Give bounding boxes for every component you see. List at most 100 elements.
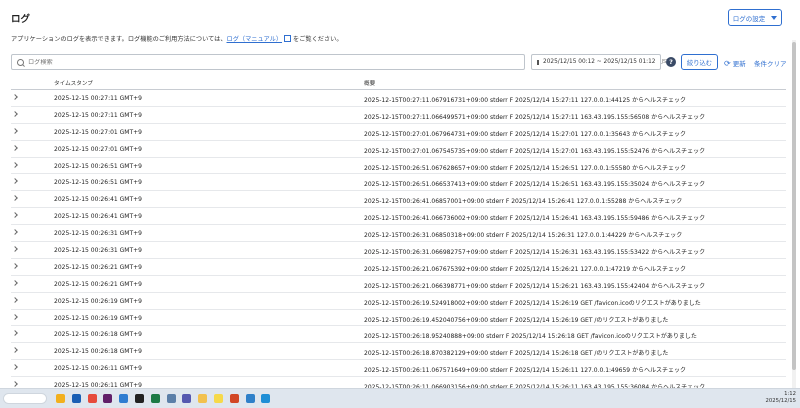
date-range-picker[interactable]: 2025/12/15 00:12 ~ 2025/12/15 01:12 JST (531, 54, 669, 70)
row-timestamp: 2025-12-15 00:27:11 GMT+9 (54, 95, 142, 102)
chevron-right-icon[interactable] (12, 347, 18, 354)
chevron-right-icon[interactable] (12, 144, 18, 151)
vscode-icon[interactable] (119, 394, 129, 403)
row-summary: 2025-12-15T00:26:18.870382129+09:00 stde… (364, 350, 669, 358)
chevron-right-icon[interactable] (12, 364, 18, 371)
filter-button[interactable]: 絞り込む (681, 54, 718, 70)
row-summary: 2025-12-15T00:26:41.06857001+09:00 stder… (364, 198, 683, 206)
table-row[interactable]: 2025-12-15 00:27:01 GMT+9 2025-12-15T00:2… (11, 124, 786, 141)
column-header-summary[interactable]: 概要 (364, 79, 375, 87)
row-timestamp: 2025-12-15 00:26:19 GMT+9 (54, 314, 142, 322)
row-timestamp: 2025-12-15 00:26:31 GMT+9 (54, 247, 142, 255)
teams-icon[interactable] (182, 394, 192, 403)
chevron-right-icon[interactable] (12, 195, 18, 202)
page-title: ログ (11, 14, 31, 25)
chevron-right-icon[interactable] (12, 94, 18, 100)
table-row[interactable]: 2025-12-15 00:26:11 GMT+9 2025-12-15T00:2… (11, 377, 786, 388)
taskbar: 1:12 2025/12/15 (0, 388, 800, 408)
chevron-right-icon[interactable] (12, 296, 18, 303)
help-icon[interactable]: ? (666, 57, 676, 67)
row-timestamp: 2025-12-15 00:26:21 GMT+9 (54, 280, 142, 288)
chevron-right-icon[interactable] (12, 263, 18, 269)
chrome-icon[interactable] (87, 394, 97, 403)
log-settings-button[interactable]: ログの設定 (728, 9, 782, 26)
page-description: アプリケーションのログを表示できます。ログ機能のご利用方法については、ログ（マニ… (11, 34, 343, 43)
chevron-right-icon[interactable] (12, 330, 18, 337)
refresh-button[interactable]: ⟳ 更新 (724, 58, 746, 69)
table-row[interactable]: 2025-12-15 00:26:19 GMT+9 2025-12-15T00:2… (11, 310, 786, 327)
row-summary: 2025-12-15T00:27:11.066499571+09:00 stde… (364, 113, 706, 121)
row-timestamp: 2025-12-15 00:27:11 GMT+9 (54, 111, 142, 119)
chevron-right-icon[interactable] (12, 246, 18, 252)
table-row[interactable]: 2025-12-15 00:26:11 GMT+9 2025-12-15T00:2… (11, 360, 786, 378)
powerpoint-icon[interactable] (229, 394, 239, 403)
row-summary: 2025-12-15T00:26:21.067675392+09:00 stde… (364, 265, 687, 273)
row-summary: 2025-12-15T00:27:01.067964731+09:00 stde… (364, 130, 687, 138)
row-timestamp: 2025-12-15 00:26:18 GMT+9 (54, 348, 142, 356)
table-row[interactable]: 2025-12-15 00:26:18 GMT+9 2025-12-15T00:2… (11, 343, 786, 361)
chevron-right-icon[interactable] (12, 229, 18, 235)
row-timestamp: 2025-12-15 00:26:51 GMT+9 (54, 162, 142, 170)
manual-link[interactable]: ログ（マニュアル） (227, 36, 283, 43)
row-summary: 2025-12-15T00:26:51.067628657+09:00 stde… (364, 164, 687, 172)
chevron-right-icon[interactable] (12, 111, 18, 117)
table-row[interactable]: 2025-12-15 00:26:31 GMT+9 2025-12-15T00:2… (11, 225, 786, 243)
chevron-right-icon[interactable] (12, 279, 18, 286)
table-row[interactable]: 2025-12-15 00:26:18 GMT+9 2025-12-15T00:2… (11, 326, 786, 344)
row-timestamp: 2025-12-15 00:26:41 GMT+9 (54, 196, 142, 204)
chevron-right-icon[interactable] (12, 212, 18, 219)
sticky-notes-icon[interactable] (214, 394, 223, 403)
table-row[interactable]: 2025-12-15 00:27:01 GMT+9 2025-12-15T00:2… (11, 141, 786, 158)
scrollbar[interactable] (792, 40, 796, 388)
row-timestamp: 2025-12-15 00:26:21 GMT+9 (54, 263, 142, 271)
chevron-right-icon[interactable] (12, 178, 18, 185)
row-timestamp: 2025-12-15 00:26:41 GMT+9 (54, 213, 142, 221)
terminal-icon[interactable] (135, 394, 144, 403)
table-row[interactable]: 2025-12-15 00:26:51 GMT+9 2025-12-15T00:2… (11, 174, 786, 192)
folder-icon[interactable] (198, 394, 208, 403)
slack-icon[interactable] (103, 394, 113, 403)
refresh-icon: ⟳ (724, 58, 731, 68)
log-search-input[interactable] (24, 58, 508, 66)
chevron-right-icon[interactable] (12, 381, 18, 387)
notepad-icon[interactable] (166, 394, 176, 403)
row-summary: 2025-12-15T00:26:51.066537413+09:00 stde… (364, 181, 706, 189)
table-row[interactable]: 2025-12-15 00:26:31 GMT+9 2025-12-15T00:2… (11, 242, 786, 259)
column-header-timestamp[interactable]: タイムスタンプ (54, 79, 93, 87)
chevron-right-icon[interactable] (12, 313, 18, 320)
taskbar-search[interactable] (3, 393, 47, 404)
table-row[interactable]: 2025-12-15 00:27:11 GMT+9 2025-12-15T00:2… (11, 90, 786, 107)
row-timestamp: 2025-12-15 00:26:31 GMT+9 (54, 230, 142, 238)
table-row[interactable]: 2025-12-15 00:26:21 GMT+9 2025-12-15T00:2… (11, 259, 786, 276)
chevron-down-icon (771, 15, 778, 20)
row-timestamp: 2025-12-15 00:26:51 GMT+9 (54, 179, 142, 187)
chevron-right-icon[interactable] (12, 161, 18, 168)
row-timestamp: 2025-12-15 00:27:01 GMT+9 (54, 128, 142, 136)
description-suffix: をご覧ください。 (293, 36, 343, 43)
row-summary: 2025-12-15T00:26:18.95240888+09:00 stder… (364, 333, 697, 341)
file-explorer-icon[interactable] (56, 394, 65, 403)
clear-filters-link[interactable]: 条件クリア (754, 58, 787, 68)
table-row[interactable]: 2025-12-15 00:27:11 GMT+9 2025-12-15T00:2… (11, 107, 786, 124)
row-summary: 2025-12-15T00:26:41.066736002+09:00 stde… (364, 215, 706, 223)
row-timestamp: 2025-12-15 00:27:01 GMT+9 (54, 145, 142, 153)
table-row[interactable]: 2025-12-15 00:26:41 GMT+9 2025-12-15T00:2… (11, 208, 786, 226)
chevron-right-icon[interactable] (12, 127, 18, 134)
table-row[interactable]: 2025-12-15 00:26:51 GMT+9 2025-12-15T00:2… (11, 158, 786, 175)
calendar-icon (537, 59, 539, 65)
taskbar-clock[interactable]: 1:12 2025/12/15 (740, 391, 796, 405)
scrollbar-thumb[interactable] (792, 42, 796, 370)
table-row[interactable]: 2025-12-15 00:26:19 GMT+9 2025-12-15T00:2… (11, 293, 786, 310)
table-row[interactable]: 2025-12-15 00:26:21 GMT+9 2025-12-15T00:2… (11, 276, 786, 293)
table-row[interactable]: 2025-12-15 00:26:41 GMT+9 2025-12-15T00:2… (11, 191, 786, 209)
photos-icon[interactable] (245, 394, 255, 403)
outlook-icon[interactable] (71, 394, 81, 403)
excel-icon[interactable] (150, 394, 160, 403)
row-summary: 2025-12-15T00:26:19.524918002+09:00 stde… (364, 299, 701, 307)
description-text: アプリケーションのログを表示できます。ログ機能のご利用方法については、 (11, 36, 227, 43)
edge-icon[interactable] (261, 394, 271, 403)
row-timestamp: 2025-12-15 00:26:19 GMT+9 (54, 297, 142, 305)
log-table-body: 2025-12-15 00:27:11 GMT+9 2025-12-15T00:2… (11, 90, 786, 388)
row-summary: 2025-12-15T00:27:11.067916731+09:00 stde… (364, 97, 687, 104)
log-search-box[interactable] (11, 54, 525, 70)
